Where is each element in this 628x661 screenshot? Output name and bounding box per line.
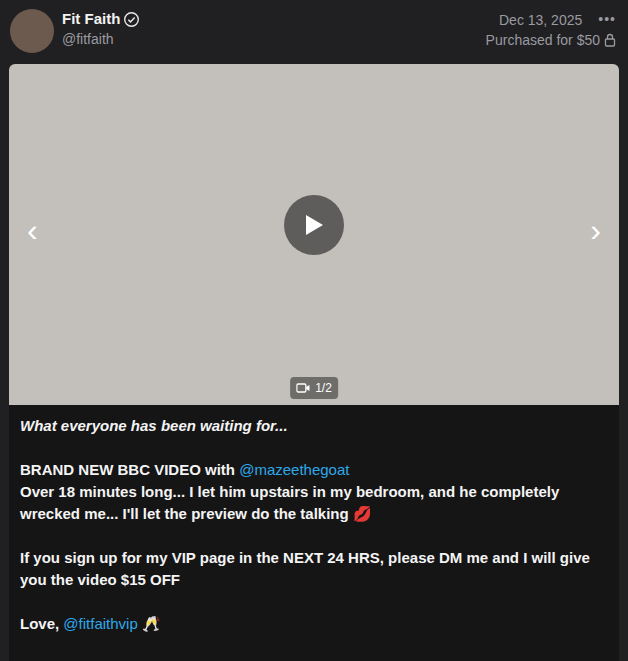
author-handle[interactable]: @fitfaith [62, 29, 478, 49]
avatar-image[interactable] [10, 9, 54, 53]
purchase-row: Purchased for $50 [486, 30, 616, 50]
verified-icon [124, 12, 139, 27]
post-date: Dec 13, 2025 [499, 10, 582, 30]
media-counter: 1/2 [290, 377, 338, 399]
media-count: 1/2 [315, 379, 332, 397]
post-meta: Dec 13, 2025 •••Purchased for $50 [486, 9, 616, 50]
next-arrow[interactable]: › [584, 213, 607, 247]
previous-arrow[interactable]: ‹ [21, 213, 44, 247]
mention-link[interactable]: @fitfaithvip [63, 615, 137, 632]
caption-paragraph: If you sign up for my VIP page in the NE… [20, 547, 608, 591]
play-button[interactable] [284, 195, 344, 255]
caption-paragraph: What everyone has been waiting for... [20, 415, 608, 437]
author-info: Fit Faith@fitfaith [62, 9, 478, 49]
date-row: Dec 13, 2025 ••• [499, 9, 616, 30]
mention-link[interactable]: @mazeethegoat [239, 461, 349, 478]
play-icon [303, 213, 325, 237]
purchase-label: Purchased for $50 [486, 30, 600, 50]
author-name[interactable]: Fit Faith [62, 9, 120, 29]
post-header: Fit Faith@fitfaith Dec 13, 2025 •••Purchas… [0, 0, 628, 64]
media-preview[interactable]: ‹ › 1/2 [9, 64, 619, 405]
video-camera-icon [296, 383, 310, 393]
caption-paragraph: Love, @fitfaithvip 🥂 [20, 613, 608, 635]
caption-text: Love, [20, 615, 63, 632]
caption-text: If you sign up for my VIP page in the NE… [20, 549, 594, 588]
author-name-row: Fit Faith [62, 9, 478, 29]
caption-text: What everyone has been waiting for... [20, 417, 288, 434]
lock-icon [604, 33, 616, 47]
post-caption: What everyone has been waiting for... BRA… [9, 405, 619, 661]
caption-text: 🥂 [138, 615, 161, 632]
caption-line: Love, @fitfaithvip 🥂 [20, 613, 608, 635]
more-menu[interactable]: ••• [598, 9, 616, 30]
caption-line: If you sign up for my VIP page in the NE… [20, 547, 608, 591]
caption-line: BRAND NEW BBC VIDEO with @mazeethegoat [20, 459, 608, 481]
caption-text: Over 18 minutes long... I let him upstai… [20, 483, 563, 522]
caption-line: What everyone has been waiting for... [20, 415, 608, 437]
caption-line: Over 18 minutes long... I let him upstai… [20, 481, 608, 525]
caption-text: BRAND NEW BBC VIDEO with [20, 461, 239, 478]
caption-paragraph: BRAND NEW BBC VIDEO with @mazeethegoatOv… [20, 459, 608, 525]
